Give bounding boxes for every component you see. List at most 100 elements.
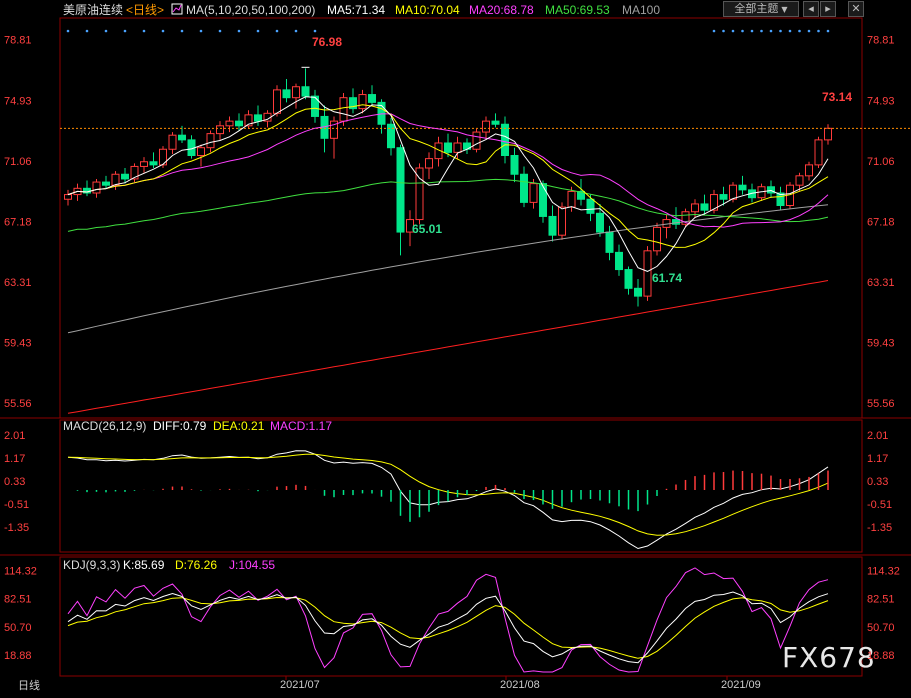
kdj-tick-right: 50.70 <box>867 622 895 634</box>
candle-body <box>567 190 576 208</box>
candle-body <box>102 181 110 186</box>
candle-body <box>719 194 728 200</box>
ma10-value: MA10:70.04 <box>395 3 460 17</box>
macd-label: MACD(26,12,9) <box>63 419 146 433</box>
candle-body <box>225 120 234 127</box>
price-tick-left: 59.43 <box>4 338 32 350</box>
candle-body <box>510 155 519 175</box>
candle-body <box>700 203 709 211</box>
macd-tick-right: 0.33 <box>867 476 888 488</box>
macd-tick-right: 1.17 <box>867 453 888 465</box>
price-tick-right: 59.43 <box>867 338 895 350</box>
close-button[interactable]: ✕ <box>848 1 864 17</box>
candle-body <box>691 203 699 213</box>
footer-period[interactable]: 日线 <box>18 678 40 692</box>
candle-body <box>216 125 224 135</box>
x-tick-jul: 2021/07 <box>280 679 320 691</box>
kdj-d: D:76.26 <box>175 558 217 572</box>
ma50-value: MA50:69.53 <box>545 3 610 17</box>
candle-body <box>168 134 177 150</box>
macd-tick-left: -0.51 <box>4 499 29 511</box>
candle-body <box>453 142 462 153</box>
signal-dot <box>779 29 782 33</box>
signal-dot <box>85 29 89 33</box>
candle-body <box>472 131 481 150</box>
signal-dot <box>123 29 127 33</box>
last-price-annotation: 73.14 <box>822 90 852 104</box>
candle-body <box>596 212 604 233</box>
price-tick-left: 55.56 <box>4 398 32 410</box>
candle-body <box>197 147 205 156</box>
signal-dot <box>237 29 241 33</box>
candle-body <box>814 139 823 166</box>
signal-dot <box>275 29 279 33</box>
kdj-j: J:104.55 <box>229 558 275 572</box>
candle-body <box>634 287 642 297</box>
ma100-value: MA100 <box>622 3 660 17</box>
candle-body <box>824 127 832 141</box>
signal-dot <box>722 29 725 33</box>
signal-dot <box>817 29 820 33</box>
chart-stage[interactable]: 美原油连续 <日线> MA(5,10,20,50,100,200) MA5:71… <box>0 0 911 693</box>
next-button[interactable]: ▸ <box>820 1 836 17</box>
candle-body <box>64 194 72 200</box>
candle-body <box>738 184 747 191</box>
kdj-tick-left: 82.51 <box>4 594 32 606</box>
candle-body <box>368 94 376 103</box>
kdj-tick-right: 114.32 <box>867 565 900 577</box>
signal-dot <box>731 29 735 33</box>
kdj-j-line <box>67 567 829 673</box>
kdj-tick-left: 18.88 <box>4 650 32 662</box>
candle-body <box>206 133 215 149</box>
macd-tick-left: 0.33 <box>4 476 25 488</box>
kdj-k: K:85.69 <box>123 558 165 572</box>
price-tick-left: 78.81 <box>4 35 32 47</box>
signal-dot <box>142 29 146 33</box>
arrow-right-icon: ▸ <box>825 2 831 15</box>
signal-dot <box>256 29 260 33</box>
signal-dot <box>199 29 203 33</box>
candle-body <box>491 120 500 125</box>
price-tick-left: 67.18 <box>4 216 32 228</box>
signal-dot <box>218 29 222 33</box>
theme-dropdown[interactable]: 全部主题 ▼ <box>723 1 799 17</box>
candle-body <box>301 86 310 97</box>
prev-button[interactable]: ◂ <box>803 1 819 17</box>
signal-dot <box>750 29 754 33</box>
low-annotation-1: 65.01 <box>412 222 442 236</box>
signal-dot <box>826 29 830 33</box>
period-label[interactable]: <日线> <box>126 3 164 17</box>
high-annotation: 76.98 <box>312 35 342 49</box>
signal-dot <box>161 29 165 33</box>
candle-body <box>358 94 367 110</box>
low-annotation-2: 61.74 <box>652 271 682 285</box>
macd-tick-left: -1.35 <box>4 522 29 534</box>
price-tick-right: 67.18 <box>867 216 895 228</box>
signal-dot <box>741 29 744 33</box>
chart-svg[interactable]: 美原油连续 <日线> MA(5,10,20,50,100,200) MA5:71… <box>0 0 911 693</box>
signal-dot <box>313 29 317 33</box>
signal-dot <box>760 29 763 33</box>
kdj-tick-left: 114.32 <box>4 565 37 577</box>
macd-tick-right: -0.51 <box>867 499 892 511</box>
candle-body <box>548 215 557 236</box>
candlesticks <box>60 66 911 307</box>
kdj-tick-right: 18.88 <box>867 650 895 662</box>
candle-body <box>273 89 281 114</box>
candle-body <box>539 183 547 217</box>
ma100-line <box>67 204 829 334</box>
ma5-value: MA5:71.34 <box>327 3 385 17</box>
ma-icon[interactable] <box>171 3 183 15</box>
macd-tick-left: 2.01 <box>4 430 25 442</box>
signal-dot <box>104 29 108 33</box>
macd-tick-left: 1.17 <box>4 453 25 465</box>
panel-frame <box>59 419 863 553</box>
candle-body <box>558 206 566 236</box>
candle-body <box>520 173 528 203</box>
candle-body <box>387 123 395 149</box>
kdj-tick-left: 50.70 <box>4 622 32 634</box>
macd-dea: DEA:0.21 <box>213 419 265 433</box>
candle-body <box>586 198 595 214</box>
price-tick-left: 63.31 <box>4 277 32 289</box>
macd-tick-right: 2.01 <box>867 430 888 442</box>
